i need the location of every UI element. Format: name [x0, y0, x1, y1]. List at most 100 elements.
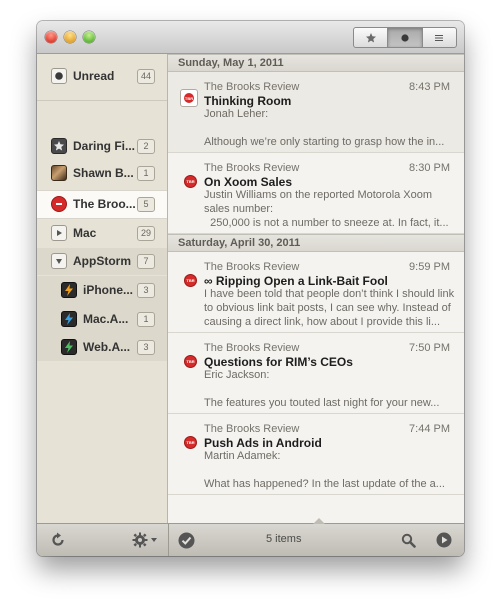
- sidebar-item-web-appstorm[interactable]: Web.A... 3: [37, 333, 167, 361]
- article-excerpt-line: I have been told that people don’t think…: [204, 288, 455, 300]
- sidebar-item-label: The Broo...: [73, 197, 136, 211]
- bottom-toolbar: 5 items: [37, 518, 464, 556]
- article-excerpt-line: Martin Adamek:: [204, 450, 281, 462]
- list-icon: [435, 34, 444, 41]
- article-source: The Brooks Review: [204, 423, 300, 435]
- unread-count-badge: 44: [137, 69, 155, 84]
- article-excerpt-line: sales number:: [204, 203, 274, 215]
- sidebar-divider: [37, 100, 167, 101]
- unread-count-badge: 1: [137, 312, 155, 327]
- chevron-down-icon: [151, 538, 157, 542]
- article-time: 9:59 PM: [409, 261, 450, 273]
- unread-count-badge: 3: [137, 340, 155, 355]
- article-time: 7:44 PM: [409, 423, 450, 435]
- settings-menu-button[interactable]: [131, 531, 159, 549]
- unread-filter-button[interactable]: [388, 28, 423, 47]
- article-row[interactable]: The Brooks Review 7:44 PM Push Ads in An…: [168, 414, 464, 495]
- sidebar-item-the-brooks-review[interactable]: The Broo... 5: [37, 190, 167, 219]
- star-icon: [365, 32, 376, 42]
- sidebar-item-label: Mac: [73, 226, 97, 240]
- sidebar-item-label: Unread: [73, 69, 115, 83]
- article-excerpt-line: What has happened? In the last update of…: [204, 478, 445, 490]
- article-excerpt-line: causing a direct link, how about I provi…: [204, 316, 441, 328]
- sidebar-item-label: Daring Fi...: [73, 139, 136, 153]
- unread-count-badge: 3: [137, 283, 155, 298]
- article-time: 8:30 PM: [409, 162, 450, 174]
- filter-segmented-control: [353, 27, 457, 48]
- article-excerpt-line: The features you touted last night for y…: [204, 397, 440, 409]
- disclosure-triangle-right-icon[interactable]: [51, 225, 67, 241]
- sidebar-item-label: Mac.A...: [83, 312, 129, 326]
- title-bar: [37, 21, 464, 54]
- zoom-button[interactable]: [83, 31, 95, 43]
- sidebar-item-iphone-appstorm[interactable]: iPhone... 3: [37, 276, 167, 305]
- search-button[interactable]: [399, 531, 417, 549]
- sidebar-item-shawn-b[interactable]: Shawn B... 1: [37, 160, 167, 187]
- article-excerpt-line: Although we’re only starting to grasp ho…: [204, 136, 445, 148]
- article-title: On Xoom Sales: [204, 175, 293, 189]
- sidebar-item-label: Web.A...: [83, 340, 131, 354]
- article-row[interactable]: The Brooks Review 9:59 PM ∞ Ripping Open…: [168, 252, 464, 333]
- sidebar-item-mac-folder[interactable]: Mac 29: [37, 220, 167, 247]
- refresh-button[interactable]: [49, 531, 67, 549]
- brooks-review-icon: [180, 89, 198, 107]
- brooks-review-icon: [184, 355, 197, 368]
- starred-filter-button[interactable]: [354, 28, 389, 47]
- brooks-review-icon: [184, 175, 197, 188]
- disclosure-triangle-down-icon[interactable]: [51, 253, 67, 269]
- article-title: Push Ads in Android: [204, 436, 322, 450]
- sidebar-item-unread[interactable]: Unread 44: [37, 63, 167, 90]
- unread-count-badge: 5: [137, 197, 155, 212]
- sidebar-item-appstorm-folder[interactable]: AppStorm 7: [37, 248, 167, 275]
- lightning-icon: [61, 282, 77, 298]
- brooks-review-icon: [184, 274, 197, 287]
- list-pointer-notch: [313, 518, 325, 524]
- article-row[interactable]: The Brooks Review 7:50 PM Questions for …: [168, 333, 464, 414]
- date-header: Saturday, April 30, 2011: [168, 234, 464, 252]
- article-source: The Brooks Review: [204, 342, 300, 354]
- sidebar-item-label: AppStorm: [73, 254, 131, 268]
- checkmark-circle-icon: [178, 532, 194, 548]
- article-excerpt-line: Eric Jackson:: [204, 369, 270, 381]
- brooks-review-icon: [184, 436, 197, 449]
- unread-count-badge: 2: [137, 139, 155, 154]
- article-excerpt-line: to obvious link bait posts, I can see wh…: [204, 302, 451, 314]
- all-items-filter-button[interactable]: [423, 28, 456, 47]
- open-article-button[interactable]: [435, 531, 453, 549]
- unread-icon: [51, 68, 67, 84]
- lightning-icon: [61, 311, 77, 327]
- article-excerpt-line: Jonah Leher:: [204, 108, 269, 120]
- toolbar-divider: [168, 524, 169, 556]
- article-title: Questions for RIM’s CEOs: [204, 355, 353, 369]
- refresh-icon: [52, 532, 64, 546]
- close-button[interactable]: [45, 31, 57, 43]
- gear-icon: [132, 532, 148, 548]
- article-source: The Brooks Review: [204, 81, 300, 93]
- article-title: ∞ Ripping Open a Link-Bait Fool: [204, 274, 388, 288]
- reeder-window: Unread 44 Daring Fi... 2 Shawn B... 1 Th…: [37, 21, 464, 556]
- article-excerpt-line: 250,000 is not a number to sneeze at. In…: [204, 217, 449, 229]
- article-list: Sunday, May 1, 2011 The Brooks Review 8:…: [168, 54, 464, 523]
- article-excerpt-line: Justin Williams on the reported Motorola…: [204, 189, 433, 201]
- unread-count-badge: 29: [137, 226, 155, 241]
- sidebar-item-mac-appstorm[interactable]: Mac.A... 1: [37, 305, 167, 333]
- article-title: Thinking Room: [204, 94, 292, 108]
- sidebar-item-daring-fireball[interactable]: Daring Fi... 2: [37, 133, 167, 160]
- article-row[interactable]: The Brooks Review 8:43 PM Thinking Room …: [168, 72, 464, 153]
- sidebar-item-label: Shawn B...: [73, 166, 134, 180]
- mark-all-read-button[interactable]: [177, 531, 195, 549]
- item-count-label: 5 items: [266, 533, 302, 545]
- article-time: 7:50 PM: [409, 342, 450, 354]
- search-icon: [401, 533, 416, 548]
- sidebar-item-label: iPhone...: [83, 283, 134, 297]
- lightning-icon: [61, 339, 77, 355]
- article-row[interactable]: The Brooks Review 8:30 PM On Xoom Sales …: [168, 153, 464, 234]
- date-header: Sunday, May 1, 2011: [168, 54, 464, 72]
- star-feed-icon: [51, 138, 67, 154]
- minimize-button[interactable]: [64, 31, 76, 43]
- dot-icon: [401, 33, 409, 42]
- brooks-review-icon: [51, 196, 67, 212]
- play-circle-icon: [436, 532, 452, 548]
- sidebar: Unread 44 Daring Fi... 2 Shawn B... 1 Th…: [37, 54, 168, 523]
- unread-count-badge: 7: [137, 254, 155, 269]
